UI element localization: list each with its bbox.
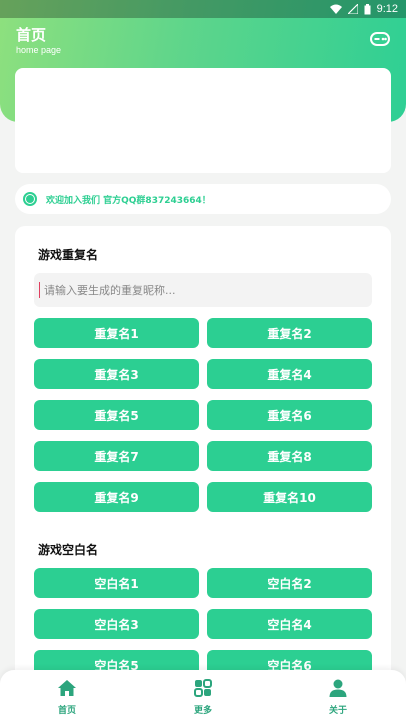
bottom-tab-bar: 首页 更多 关于 [0,670,406,723]
repeat-name-8-button[interactable]: 重复名8 [207,441,372,471]
notice-text: 欢迎加入我们 官方QQ群837243664！ [46,195,211,206]
repeat-name-2-button[interactable]: 重复名2 [207,318,372,348]
tab-about[interactable]: 关于 [308,678,368,718]
repeat-button-grid: 重复名1 重复名2 重复名3 重复名4 重复名5 重复名6 重复名7 重复名8 … [34,318,372,512]
notice-bar[interactable]: 欢迎加入我们 官方QQ群837243664！ [15,184,391,214]
banner-card[interactable] [15,68,391,173]
blank-name-1-button[interactable]: 空白名1 [34,568,199,598]
battery-icon [364,3,371,14]
tab-more-label: 更多 [193,706,212,716]
tab-home[interactable]: 首页 [37,678,97,718]
repeat-name-input[interactable] [34,273,372,307]
blank-name-2-button[interactable]: 空白名2 [207,568,372,598]
clock: 9:12 [376,3,398,15]
home-icon [58,680,76,696]
tab-about-label: 关于 [328,706,347,716]
tab-more[interactable]: 更多 [173,678,233,718]
section-title-repeat: 游戏重复名 [38,248,99,262]
repeat-name-6-button[interactable]: 重复名6 [207,400,372,430]
gamepad-icon [370,32,390,46]
repeat-name-4-button[interactable]: 重复名4 [207,359,372,389]
notice-dot-icon [23,192,37,206]
repeat-name-1-button[interactable]: 重复名1 [34,318,199,348]
more-icon [194,679,212,697]
page-subtitle: home page [16,45,62,55]
repeat-name-3-button[interactable]: 重复名3 [34,359,199,389]
section-title-blank: 游戏空白名 [38,543,99,557]
page-title: 首页 [16,26,47,44]
signal-icon [347,4,358,14]
user-icon [329,679,347,697]
wifi-icon [329,4,342,14]
status-bar: 9:12 [0,0,406,18]
blank-name-3-button[interactable]: 空白名3 [34,609,199,639]
repeat-name-10-button[interactable]: 重复名10 [207,482,372,512]
tab-home-label: 首页 [57,706,76,716]
blank-name-4-button[interactable]: 空白名4 [207,609,372,639]
repeat-name-9-button[interactable]: 重复名9 [34,482,199,512]
name-generator-card: 游戏重复名 重复名1 重复名2 重复名3 重复名4 重复名5 重复名6 重复名7… [15,226,391,686]
gamepad-button[interactable] [370,30,390,48]
repeat-name-7-button[interactable]: 重复名7 [34,441,199,471]
repeat-name-5-button[interactable]: 重复名5 [34,400,199,430]
blank-button-grid: 空白名1 空白名2 空白名3 空白名4 空白名5 空白名6 [34,568,372,680]
text-caret [39,282,40,298]
